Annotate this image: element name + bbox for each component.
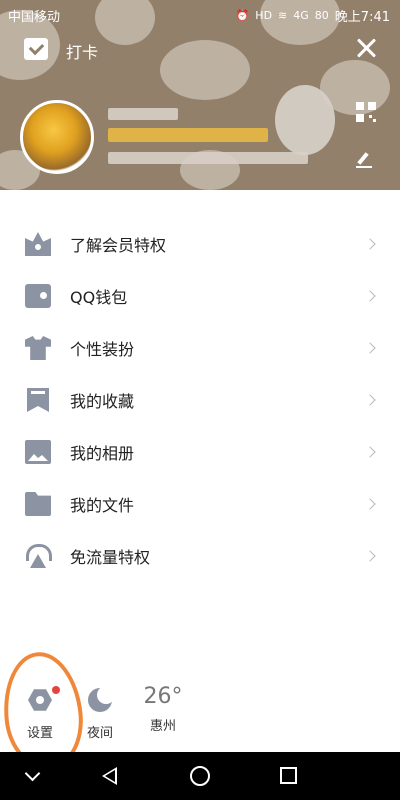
blurred-vip-badges — [108, 128, 268, 142]
chevron-right-icon — [364, 290, 376, 302]
menu-item-label: 我的相册 — [70, 444, 135, 463]
moon-icon — [88, 686, 115, 712]
system-nav-bar — [0, 752, 400, 800]
chevron-right-icon — [364, 550, 376, 562]
hd-badge: HD — [255, 9, 273, 22]
chevron-down-icon[interactable] — [24, 765, 41, 782]
menu-item-vip[interactable]: 了解会员特权 — [0, 218, 400, 270]
photo-icon — [25, 440, 51, 464]
chevron-right-icon — [364, 446, 376, 458]
clock: 晚上7:41 — [334, 10, 390, 25]
checkin-label[interactable]: 打卡 — [66, 39, 98, 63]
folder-icon — [25, 492, 51, 516]
chevron-right-icon — [364, 238, 376, 250]
network-label: 4G — [293, 9, 309, 22]
side-menu: 了解会员特权 QQ钱包 个性装扮 我的收藏 我的相册 我的文件 免流量特权 — [0, 218, 400, 582]
menu-item-label: 我的文件 — [70, 496, 135, 515]
night-mode-button[interactable]: 夜间 — [80, 686, 120, 741]
wifi-icon: ≋ — [278, 9, 288, 22]
carrier-label: 中国移动 — [8, 10, 61, 25]
menu-item-free-data[interactable]: 免流量特权 — [0, 530, 400, 582]
temperature: 26° — [143, 684, 183, 709]
crown-icon — [25, 232, 51, 256]
qr-code-icon[interactable] — [356, 102, 376, 122]
shirt-icon — [25, 336, 51, 360]
menu-item-files[interactable]: 我的文件 — [0, 478, 400, 530]
weather-button[interactable]: 26° 惠州 — [140, 684, 186, 734]
battery-icon: 80 — [314, 9, 329, 22]
home-icon[interactable] — [190, 766, 210, 786]
menu-item-favorites[interactable]: 我的收藏 — [0, 374, 400, 426]
chevron-right-icon — [364, 498, 376, 510]
blurred-signature — [108, 152, 308, 164]
checkin-icon[interactable] — [24, 38, 48, 60]
profile-header: 中国移动 ⏰ HD ≋ 4G 80 晚上7:41 打卡 — [0, 0, 400, 190]
menu-item-dress-up[interactable]: 个性装扮 — [0, 322, 400, 374]
chevron-right-icon — [364, 342, 376, 354]
avatar[interactable] — [20, 100, 94, 174]
menu-item-wallet[interactable]: QQ钱包 — [0, 270, 400, 322]
blurred-nickname — [108, 108, 178, 120]
menu-item-album[interactable]: 我的相册 — [0, 426, 400, 478]
city-label: 惠州 — [149, 719, 176, 734]
bear-mascot — [275, 85, 335, 155]
alarm-icon: ⏰ — [235, 9, 250, 22]
menu-item-label: 了解会员特权 — [70, 236, 167, 255]
signal-tower-icon — [25, 544, 52, 568]
menu-item-label: QQ钱包 — [70, 288, 128, 307]
top-bar: 打卡 — [0, 28, 400, 72]
menu-item-label: 个性装扮 — [70, 340, 135, 359]
night-label: 夜间 — [86, 726, 113, 741]
chevron-right-icon — [364, 394, 376, 406]
back-icon[interactable] — [102, 767, 117, 785]
recent-apps-icon[interactable] — [280, 767, 297, 784]
wallet-icon — [25, 284, 51, 308]
close-icon[interactable] — [354, 36, 378, 60]
status-bar: 中国移动 ⏰ HD ≋ 4G 80 晚上7:41 — [0, 0, 400, 28]
bookmark-icon — [27, 388, 49, 412]
edit-signature-icon[interactable] — [356, 152, 372, 168]
menu-item-label: 我的收藏 — [70, 392, 135, 411]
menu-item-label: 免流量特权 — [70, 548, 151, 567]
